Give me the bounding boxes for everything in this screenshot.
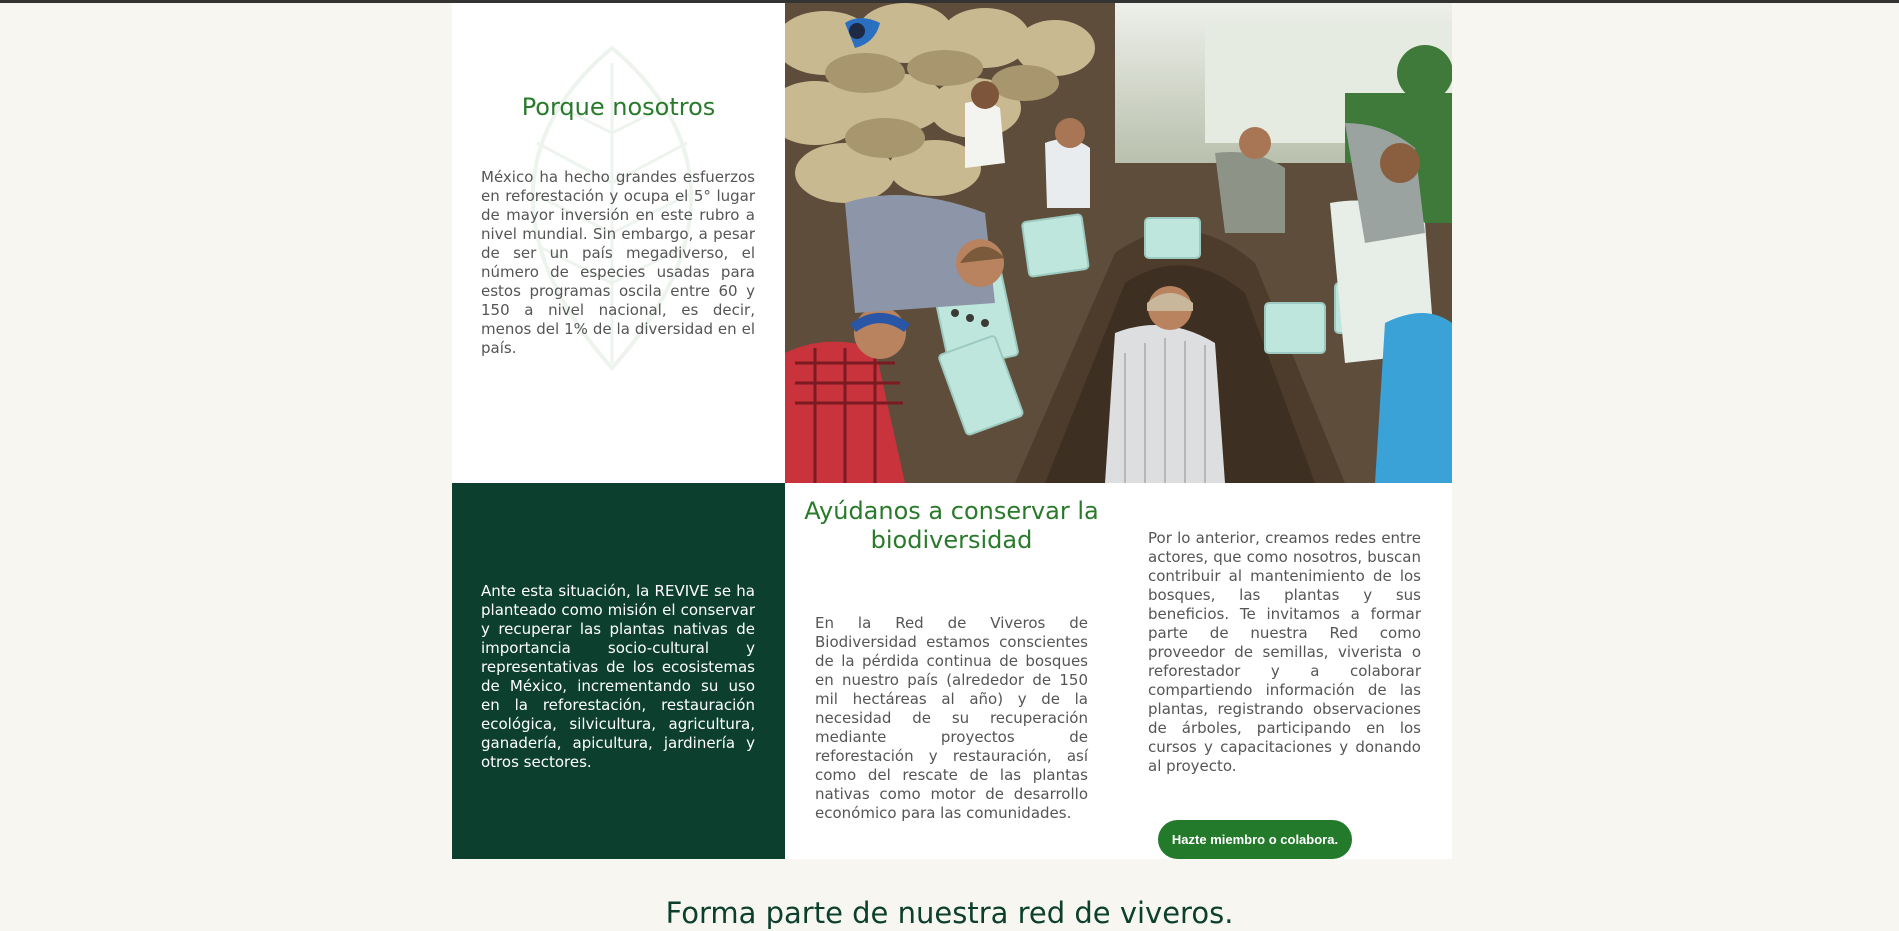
help-card: Ayúdanos a conservar la biodiversidad En…: [785, 483, 1118, 859]
help-text: En la Red de Viveros de Biodiversidad es…: [815, 614, 1088, 822]
nursery-workers-image: [785, 3, 1452, 483]
mission-text: Ante esta situación, la REVIVE se ha pla…: [481, 582, 755, 771]
why-us-card: Porque nosotros México ha hecho grandes …: [452, 3, 785, 483]
network-text: Por lo anterior, creamos redes entre act…: [1148, 529, 1421, 775]
join-or-collaborate-button[interactable]: Hazte miembro o colabora.: [1158, 820, 1352, 859]
help-title: Ayúdanos a conservar la biodiversidad: [804, 497, 1099, 554]
network-card: Por lo anterior, creamos redes entre act…: [1118, 483, 1452, 859]
join-network-heading: Forma parte de nuestra red de viveros.: [665, 896, 1234, 930]
why-us-title: Porque nosotros: [521, 93, 716, 121]
mission-card: Ante esta situación, la REVIVE se ha pla…: [452, 483, 785, 859]
content-grid: Porque nosotros México ha hecho grandes …: [452, 3, 1452, 859]
why-us-text: México ha hecho grandes esfuerzos en ref…: [481, 168, 755, 357]
nursery-photo: [785, 3, 1452, 483]
